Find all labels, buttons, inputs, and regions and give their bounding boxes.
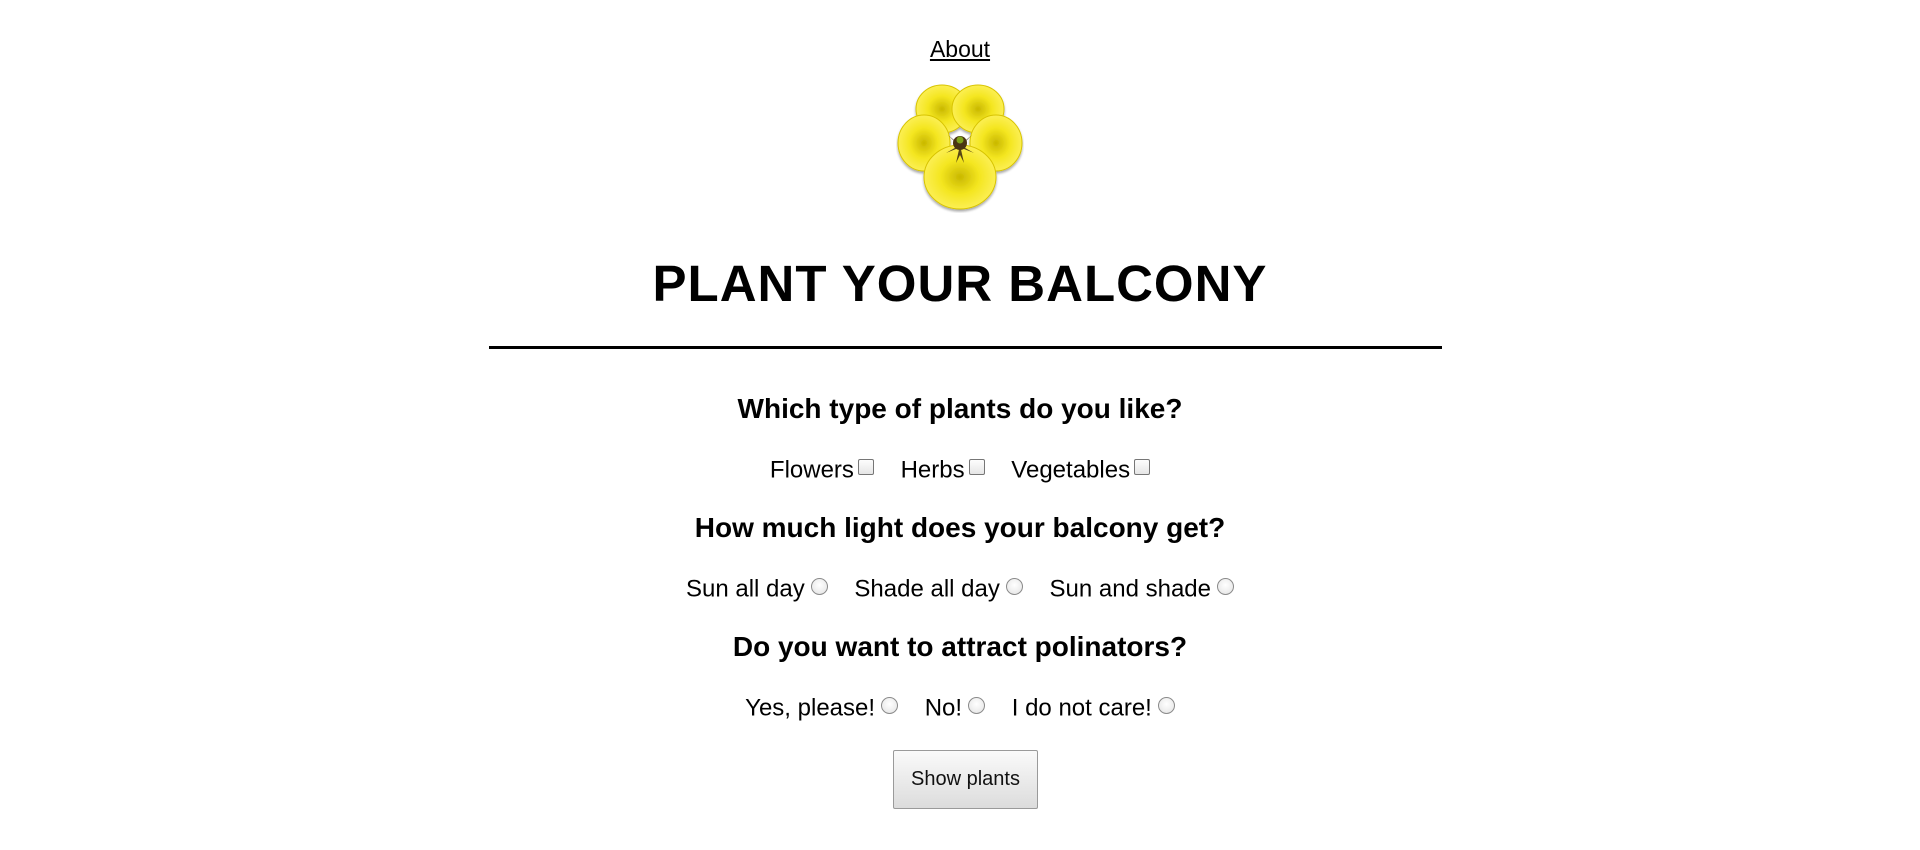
no-radio[interactable] <box>968 697 986 715</box>
vegetables-checkbox[interactable] <box>1134 459 1151 476</box>
shade-all-day-radio[interactable] <box>1005 578 1023 596</box>
option-vegetables: Vegetables <box>1011 455 1151 486</box>
option-label: Sun and shade <box>1049 575 1212 603</box>
do-not-care-radio[interactable] <box>1157 697 1175 715</box>
option-flowers: Flowers <box>770 455 874 486</box>
question-pollinators: Do you want to attract polinators? <box>732 631 1188 662</box>
about-link[interactable]: About <box>930 36 990 62</box>
option-label: Sun all day <box>685 575 805 603</box>
page-title: PLANT YOUR BALCONY <box>652 255 1268 312</box>
question-plant-type: Which type of plants do you like? <box>737 393 1183 424</box>
yes-please-radio[interactable] <box>881 697 899 715</box>
option-label: No! <box>924 694 963 722</box>
option-do-not-care: I do not care! <box>1012 693 1175 724</box>
option-label: Herbs <box>900 456 965 484</box>
option-label: Vegetables <box>1011 456 1131 484</box>
light-options: Sun all day Shade all day Sun and shade <box>0 574 1920 605</box>
option-no: No! <box>924 693 986 724</box>
option-label: Yes, please! <box>745 694 876 722</box>
flowers-checkbox[interactable] <box>857 459 874 476</box>
sun-and-shade-radio[interactable] <box>1217 578 1235 596</box>
page: About PLANT YOUR BALCONY Which type of p… <box>0 0 1920 850</box>
yellow-pansy-flower-icon <box>897 84 1023 210</box>
option-sun-all-day: Sun all day <box>686 574 828 605</box>
pollinator-options: Yes, please! No! I do not care! <box>0 693 1920 724</box>
title-divider <box>489 346 1442 349</box>
option-herbs: Herbs <box>901 455 985 486</box>
question-light: How much light does your balcony get? <box>694 512 1226 543</box>
herbs-checkbox[interactable] <box>968 459 985 476</box>
plant-type-options: Flowers Herbs Vegetables <box>0 455 1920 486</box>
show-plants-button[interactable]: Show plants <box>893 750 1038 809</box>
option-label: Shade all day <box>854 575 1000 603</box>
option-label: Flowers <box>769 456 854 484</box>
option-shade-all-day: Shade all day <box>854 574 1023 605</box>
top-nav: About <box>0 35 1920 63</box>
option-label: I do not care! <box>1011 694 1152 722</box>
sun-all-day-radio[interactable] <box>810 578 828 596</box>
option-sun-and-shade: Sun and shade <box>1049 574 1235 605</box>
option-yes-please: Yes, please! <box>745 693 899 724</box>
